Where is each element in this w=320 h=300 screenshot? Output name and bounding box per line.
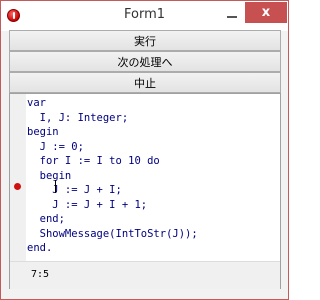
run-button[interactable]: 実行: [9, 30, 281, 51]
title-bar[interactable]: Form1 x: [1, 1, 288, 31]
code-line: var: [27, 97, 46, 109]
stop-button[interactable]: 中止: [9, 72, 281, 93]
code-line: J := J + I;: [27, 184, 122, 196]
code-line: begin: [27, 126, 59, 138]
code-line: end;: [27, 213, 65, 225]
editor-gutter[interactable]: [10, 94, 26, 261]
code-area[interactable]: var I, J: Integer; begin J := 0; for I :…: [27, 96, 198, 256]
next-step-button[interactable]: 次の処理へ: [9, 51, 281, 72]
code-line: ShowMessage(IntToStr(J));: [27, 227, 198, 240]
minimize-icon[interactable]: [223, 7, 241, 23]
editor-status-bar: 7:5: [10, 261, 280, 289]
code-line: end.: [27, 242, 53, 254]
code-line: I, J: Integer;: [27, 111, 129, 124]
code-editor[interactable]: var I, J: Integer; begin J := 0; for I :…: [9, 93, 281, 289]
text-caret: [55, 180, 56, 193]
breakpoint-icon[interactable]: [14, 183, 21, 190]
code-line: J := 0;: [27, 140, 84, 153]
code-line: for I := I to 10 do: [27, 155, 160, 167]
code-line: begin: [27, 169, 72, 182]
cursor-position: 7:5: [31, 269, 50, 280]
app-window: Form1 x 実行 次の処理へ 中止 var I, J: Integer; b…: [0, 0, 289, 300]
code-line: J := J + I + 1;: [27, 198, 148, 211]
close-icon[interactable]: x: [245, 2, 287, 23]
